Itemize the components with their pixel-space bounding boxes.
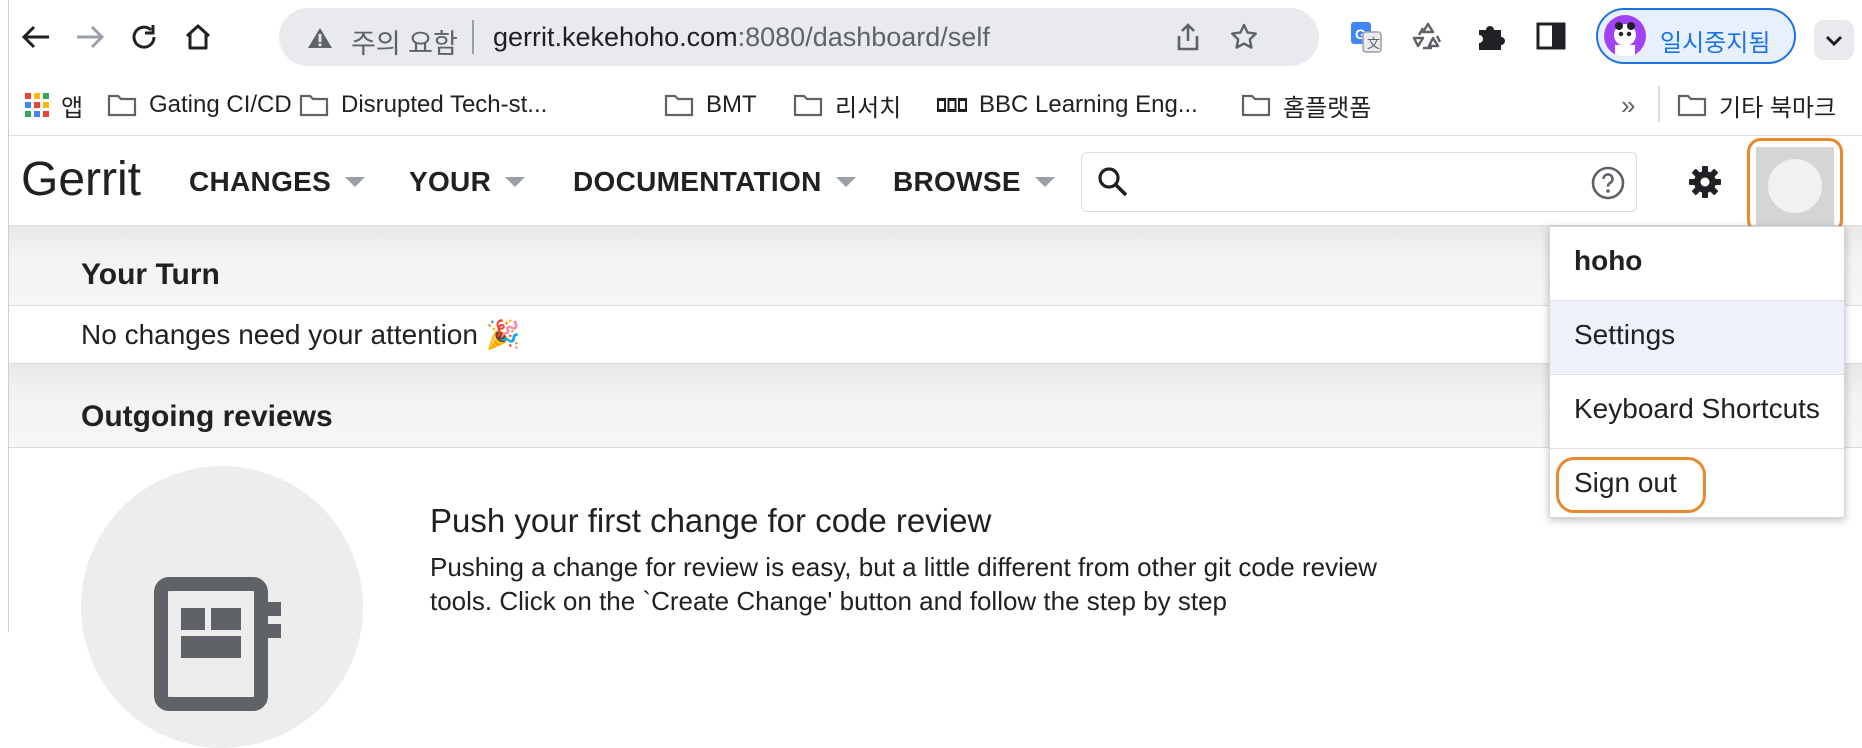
profile-avatar-icon bbox=[1604, 15, 1646, 57]
address-separator bbox=[472, 20, 474, 54]
bookmarks-overflow-button[interactable]: » bbox=[1621, 88, 1635, 122]
menu-item-settings[interactable]: Settings bbox=[1550, 301, 1844, 375]
bookmark-folder[interactable]: BMT bbox=[664, 88, 757, 122]
folder-icon bbox=[664, 93, 694, 117]
bbc-logo-icon bbox=[937, 98, 967, 112]
folder-icon bbox=[299, 93, 329, 117]
menu-item-keyboard-shortcuts[interactable]: Keyboard Shortcuts bbox=[1550, 375, 1844, 449]
nav-label: YOUR bbox=[409, 166, 492, 197]
username-label: hoho bbox=[1574, 245, 1643, 276]
home-button[interactable] bbox=[175, 14, 221, 60]
help-icon[interactable] bbox=[1590, 165, 1626, 206]
profile-status-label: 일시중지됨 bbox=[1660, 30, 1771, 57]
folder-icon bbox=[1241, 93, 1271, 117]
share-icon[interactable] bbox=[1175, 22, 1201, 57]
account-avatar-button[interactable] bbox=[1747, 138, 1843, 234]
push-first-change-description: Pushing a change for review is easy, but… bbox=[430, 552, 1378, 616]
bookmark-folder[interactable]: 홈플랫폼 bbox=[1241, 88, 1371, 122]
folder-icon bbox=[793, 93, 823, 117]
back-button[interactable] bbox=[13, 14, 59, 60]
browser-menu-button[interactable] bbox=[1814, 20, 1854, 60]
chevron-down-icon bbox=[1825, 35, 1843, 47]
nav-label: CHANGES bbox=[189, 166, 332, 197]
section-title: Your Turn bbox=[81, 258, 220, 291]
bookmarks-bar: 앱 Gating CI/CD Disrupted Tech-st... BMT … bbox=[9, 76, 1862, 136]
apps-grid-icon bbox=[25, 93, 49, 117]
back-arrow-icon bbox=[21, 25, 49, 49]
menu-item-label: Keyboard Shortcuts bbox=[1574, 393, 1820, 424]
push-first-change-title: Push your first change for code review bbox=[430, 502, 992, 539]
dropdown-caret-icon bbox=[835, 177, 856, 187]
profile-button[interactable]: 일시중지됨 bbox=[1596, 8, 1796, 64]
folder-icon bbox=[107, 93, 137, 117]
other-bookmarks-folder[interactable]: 기타 북마크 bbox=[1677, 88, 1836, 122]
empty-state-text: No changes need your attention 🎉 bbox=[81, 319, 521, 350]
gerrit-header: Gerrit CHANGES YOUR DOCUMENTATION BROWSE bbox=[9, 136, 1862, 234]
nav-label: DOCUMENTATION bbox=[573, 166, 822, 197]
bookmarks-divider bbox=[1658, 86, 1660, 122]
bookmark-star-icon[interactable] bbox=[1229, 22, 1259, 57]
avatar-background bbox=[1756, 147, 1834, 225]
url-path: :8080/dashboard/self bbox=[737, 22, 990, 52]
nav-menu-browse[interactable]: BROWSE bbox=[893, 166, 1055, 198]
browser-toolbar: 주의 요함 gerrit.kekehoho.com:8080/dashboard… bbox=[9, 0, 1862, 76]
nav-menu-your[interactable]: YOUR bbox=[409, 166, 526, 198]
bookmark-label: BBC Learning Eng... bbox=[979, 91, 1198, 118]
bookmark-link[interactable]: BBC Learning Eng... bbox=[937, 88, 1198, 122]
nav-menu-changes[interactable]: CHANGES bbox=[189, 166, 366, 198]
bookmark-label: 리서치 bbox=[835, 94, 902, 122]
recycle-extension-icon[interactable] bbox=[1411, 20, 1445, 59]
menu-item-label: Settings bbox=[1574, 319, 1676, 350]
bookmark-label: 앱 bbox=[61, 94, 84, 122]
bookmark-apps[interactable]: 앱 bbox=[25, 88, 83, 122]
nav-menu-documentation[interactable]: DOCUMENTATION bbox=[573, 166, 856, 198]
bookmark-label: Disrupted Tech-st... bbox=[341, 91, 548, 118]
bookmark-folder[interactable]: Disrupted Tech-st... bbox=[299, 88, 547, 122]
folder-icon bbox=[1677, 93, 1707, 117]
menu-item-sign-out[interactable]: Sign out bbox=[1550, 449, 1844, 523]
empty-state-illustration bbox=[81, 466, 363, 748]
account-username: hoho bbox=[1550, 227, 1844, 301]
search-icon bbox=[1096, 165, 1130, 204]
bookmark-label: 홈플랫폼 bbox=[1283, 94, 1372, 122]
account-dropdown-menu: hoho Settings Keyboard Shortcuts Sign ou… bbox=[1549, 226, 1845, 518]
section-title: Outgoing reviews bbox=[81, 400, 333, 433]
home-icon bbox=[185, 24, 211, 50]
bookmark-folder[interactable]: 리서치 bbox=[793, 88, 901, 122]
settings-gear-icon[interactable] bbox=[1687, 164, 1723, 205]
search-input[interactable] bbox=[1081, 152, 1637, 212]
url-host: gerrit.kekehoho.com bbox=[493, 22, 738, 52]
bookmark-folder[interactable]: Gating CI/CD bbox=[107, 88, 292, 122]
menu-item-label: Sign out bbox=[1574, 467, 1677, 498]
url-text[interactable]: gerrit.kekehoho.com:8080/dashboard/self bbox=[493, 22, 990, 53]
side-panel-icon[interactable] bbox=[1535, 20, 1567, 57]
dropdown-caret-icon bbox=[1034, 177, 1055, 187]
reload-icon bbox=[132, 25, 156, 49]
address-bar[interactable]: 주의 요함 gerrit.kekehoho.com:8080/dashboard… bbox=[279, 8, 1319, 66]
dropdown-caret-icon bbox=[345, 177, 366, 187]
bookmark-label: BMT bbox=[706, 91, 757, 118]
dropdown-caret-icon bbox=[505, 177, 526, 187]
bookmark-label: 기타 북마크 bbox=[1719, 94, 1837, 122]
warning-icon bbox=[307, 26, 333, 55]
svg-text:文: 文 bbox=[1367, 37, 1380, 52]
code-review-icon bbox=[154, 577, 281, 711]
bookmark-label: Gating CI/CD bbox=[149, 91, 292, 118]
browser-window: 주의 요함 gerrit.kekehoho.com:8080/dashboard… bbox=[8, 0, 1862, 748]
reload-button[interactable] bbox=[121, 14, 167, 60]
gerrit-logo[interactable]: Gerrit bbox=[21, 152, 141, 207]
forward-arrow-icon bbox=[77, 25, 105, 49]
google-translate-icon[interactable]: G文 bbox=[1349, 20, 1383, 59]
extensions-puzzle-icon[interactable] bbox=[1473, 20, 1507, 59]
avatar bbox=[1768, 159, 1822, 213]
nav-label: BROWSE bbox=[893, 166, 1021, 197]
forward-button[interactable] bbox=[67, 14, 113, 60]
site-status-label[interactable]: 주의 요함 bbox=[351, 22, 458, 61]
